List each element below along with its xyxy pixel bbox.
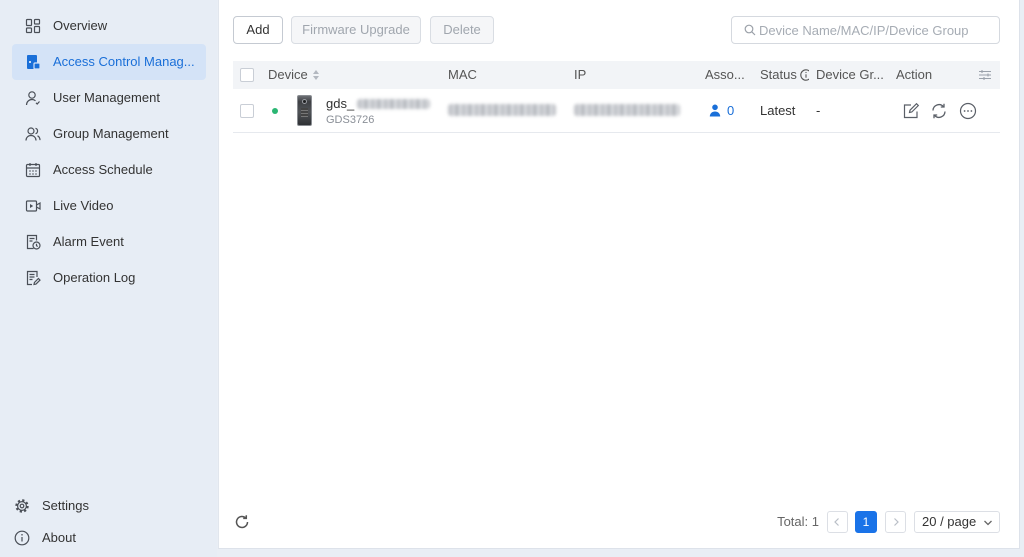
total-count: Total: 1: [777, 514, 819, 529]
device-name: gds_: [326, 96, 355, 111]
table-header: Device MAC IP Asso... Status Device Gr..…: [233, 61, 1000, 89]
sidebar-item-label: Access Control Manag...: [53, 54, 195, 69]
device-table: Device MAC IP Asso... Status Device Gr..…: [233, 61, 1000, 133]
operation-log-icon: [25, 270, 41, 286]
sidebar-item-group-management[interactable]: Group Management: [12, 116, 206, 152]
access-control-icon: [25, 54, 41, 70]
sidebar-item-access-control[interactable]: Access Control Manag...: [12, 44, 206, 80]
association-count[interactable]: 0: [727, 90, 734, 132]
sidebar-item-label: Group Management: [53, 126, 169, 141]
sidebar-item-alarm-event[interactable]: Alarm Event: [12, 224, 206, 260]
page-size-value: 20 / page: [922, 514, 977, 529]
sidebar: Overview Access Control Manag... User Ma…: [0, 0, 217, 557]
delete-button[interactable]: Delete: [430, 16, 494, 44]
device-thumbnail: [297, 95, 312, 126]
table-row[interactable]: gds_ GDS3726 0 Latest -: [233, 90, 1000, 133]
device-model: GDS3726: [326, 114, 375, 126]
sidebar-item-overview[interactable]: Overview: [12, 8, 206, 44]
row-checkbox[interactable]: [240, 104, 254, 118]
user-icon: [25, 90, 41, 106]
next-page-button[interactable]: [885, 511, 906, 533]
sidebar-item-label: User Management: [53, 90, 160, 105]
sidebar-item-access-schedule[interactable]: Access Schedule: [12, 152, 206, 188]
sidebar-item-live-video[interactable]: Live Video: [12, 188, 206, 224]
column-header-status: Status: [760, 67, 797, 82]
prev-page-button[interactable]: [827, 511, 848, 533]
sidebar-item-label: Overview: [53, 18, 108, 33]
edit-icon[interactable]: [902, 102, 920, 120]
redacted-device-name: [357, 99, 430, 109]
main-panel: Add Firmware Upgrade Delete Device MAC I…: [218, 0, 1020, 549]
sidebar-item-label: About: [42, 530, 76, 545]
select-all-checkbox[interactable]: [240, 68, 254, 82]
search-box[interactable]: [731, 16, 1000, 44]
more-icon[interactable]: [959, 102, 977, 120]
sync-icon[interactable]: [930, 102, 948, 120]
search-input[interactable]: [759, 17, 995, 43]
online-status-dot: [272, 108, 278, 114]
gear-icon: [14, 498, 30, 514]
sidebar-item-user-management[interactable]: User Management: [12, 80, 206, 116]
add-button[interactable]: Add: [233, 16, 283, 44]
page-size-select[interactable]: 20 / page: [914, 511, 1000, 533]
chevron-left-icon: [834, 518, 839, 526]
status-help-icon[interactable]: [800, 69, 809, 81]
sidebar-item-about[interactable]: About: [6, 523, 156, 553]
column-header-device-group: Device Gr...: [816, 67, 884, 82]
redacted-mac: [448, 104, 556, 116]
chevron-down-icon: [984, 520, 992, 526]
sidebar-item-label: Settings: [42, 498, 89, 513]
sort-icon[interactable]: [312, 69, 320, 81]
group-icon: [25, 126, 41, 142]
firmware-upgrade-button[interactable]: Firmware Upgrade: [291, 16, 421, 44]
video-icon: [25, 198, 41, 214]
sidebar-item-label: Alarm Event: [53, 234, 124, 249]
column-header-device[interactable]: Device: [268, 61, 308, 89]
sidebar-item-label: Operation Log: [53, 270, 136, 285]
overview-icon: [25, 18, 41, 34]
redacted-ip: [574, 104, 680, 116]
column-header-association: Asso...: [705, 67, 745, 82]
sidebar-item-operation-log[interactable]: Operation Log: [12, 260, 206, 296]
sidebar-item-settings[interactable]: Settings: [6, 491, 156, 521]
alarm-event-icon: [25, 234, 41, 250]
person-icon[interactable]: [709, 104, 721, 117]
column-header-action: Action: [896, 67, 933, 82]
info-icon: [14, 530, 30, 546]
device-group-value: -: [816, 103, 821, 118]
column-header-ip: IP: [574, 67, 587, 82]
status-value: Latest: [760, 103, 796, 118]
sidebar-item-label: Live Video: [53, 198, 114, 213]
column-settings-icon[interactable]: [978, 68, 992, 82]
sidebar-item-label: Access Schedule: [53, 162, 153, 177]
chevron-right-icon: [894, 518, 899, 526]
refresh-icon[interactable]: [234, 514, 250, 530]
column-header-status-cell: Status: [760, 61, 809, 89]
search-icon: [744, 24, 756, 36]
calendar-icon: [25, 162, 41, 178]
page-button-current[interactable]: 1: [855, 511, 877, 533]
column-header-mac: MAC: [448, 67, 477, 82]
